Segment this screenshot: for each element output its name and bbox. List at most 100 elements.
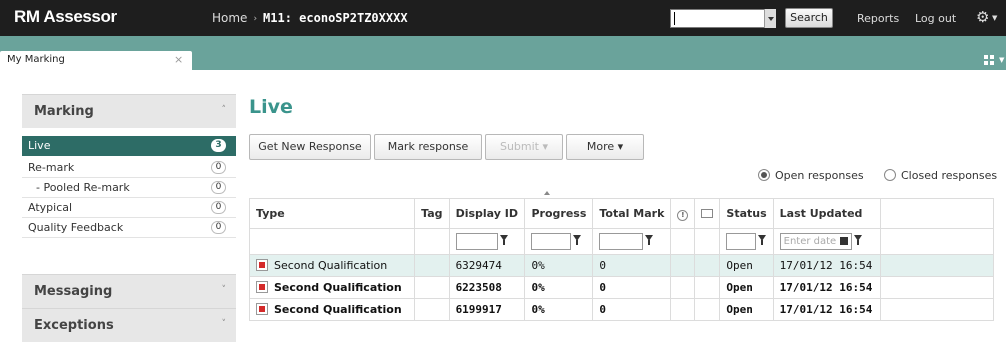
column-header-type[interactable]: Type (248, 198, 416, 229)
tag-cell (414, 254, 450, 277)
response-type-icon (256, 303, 268, 315)
submit-label: Submit (499, 140, 539, 153)
total-mark-filter-input[interactable] (599, 233, 644, 250)
progress-cell: 0% (524, 298, 594, 321)
filter-icon[interactable] (499, 234, 508, 245)
filter-cell (524, 228, 594, 255)
status-cell: Open (719, 276, 774, 299)
filter-icon[interactable] (758, 234, 767, 245)
logout-link[interactable]: Log out (915, 12, 956, 25)
count-badge: 3 (211, 139, 226, 152)
filter-cell (248, 228, 416, 255)
closed-responses-option[interactable]: Closed responses (884, 169, 997, 182)
table-row[interactable]: Second Qualification 6223508 0% 0 Open 1… (248, 276, 994, 299)
sidebar-item-label: - Pooled Re-mark (36, 181, 130, 194)
sidebar-item-live[interactable]: Live 3 (22, 136, 236, 156)
submit-button[interactable]: Submit ▾ (485, 134, 563, 160)
more-button[interactable]: More ▾ (566, 134, 644, 160)
section-marking-header[interactable]: Marking ˄ (22, 94, 236, 128)
top-bar: RM Assessor Home › M11: econoSP2TZ0XXXX Se… (0, 0, 1006, 36)
search-button[interactable]: Search (785, 8, 833, 28)
text-caret (674, 12, 675, 25)
filter-icon[interactable] (645, 234, 654, 245)
sidebar-item-atypical[interactable]: Atypical 0 (22, 198, 236, 218)
message-cell (694, 276, 721, 299)
open-responses-option[interactable]: Open responses (758, 169, 864, 182)
grid-square (990, 55, 994, 59)
tab-bar: My Marking × ▼ (0, 36, 1006, 70)
breadcrumb: Home › M11: econoSP2TZ0XXXX (212, 11, 408, 25)
chevron-down-icon: ▾ (617, 140, 624, 153)
sidebar-item-label: Quality Feedback (28, 221, 124, 234)
chevron-down-icon: ▾ (542, 140, 549, 153)
grid-square (984, 61, 988, 65)
filter-icon[interactable] (853, 234, 862, 245)
last-updated-cell: 17/01/12 16:54 (772, 254, 882, 277)
reports-link[interactable]: Reports (857, 12, 899, 25)
filter-cell (694, 228, 721, 255)
responses-table: Type Tag Display ID Progress Total Mark … (248, 198, 994, 321)
chevron-down-icon: ˅ (221, 285, 227, 295)
table-row[interactable]: Second Qualification 6199917 0% 0 Open 1… (248, 298, 994, 321)
column-header-display-id[interactable]: Display ID (448, 198, 526, 229)
status-filter-input[interactable] (726, 233, 757, 250)
filter-cell (670, 228, 696, 255)
column-header-last-updated[interactable]: Last Updated (772, 198, 882, 229)
sidebar-item-label: Live (28, 139, 51, 152)
display-id-filter-input[interactable] (455, 233, 498, 250)
filter-cell (880, 228, 994, 255)
chevron-down-icon: ˅ (221, 319, 227, 329)
column-header-status[interactable]: Status (719, 198, 774, 229)
filter-cell (448, 228, 526, 255)
column-header-message[interactable] (694, 198, 721, 229)
response-type-icon (256, 259, 268, 271)
date-placeholder: Enter date (783, 236, 837, 247)
chevron-up-icon: ˄ (221, 105, 227, 115)
breadcrumb-home[interactable]: Home (212, 11, 247, 25)
filter-icon[interactable] (573, 234, 582, 245)
breadcrumb-current: M11: econoSP2TZ0XXXX (263, 11, 408, 25)
envelope-icon (701, 209, 714, 218)
calendar-icon[interactable] (839, 237, 848, 245)
filter-cell (414, 228, 450, 255)
sidebar-item-quality-feedback[interactable]: Quality Feedback 0 (22, 218, 236, 238)
grid-square (984, 55, 988, 59)
column-header-total-mark[interactable]: Total Mark (592, 198, 672, 229)
progress-cell: 0% (524, 276, 594, 299)
spacer-cell (880, 276, 994, 299)
search-dropdown-toggle[interactable] (764, 9, 776, 28)
radio-closed[interactable] (884, 169, 896, 181)
type-cell: Second Qualification (248, 276, 416, 299)
section-exceptions-header[interactable]: Exceptions ˅ (22, 308, 236, 342)
mark-response-button[interactable]: Mark response (374, 134, 482, 160)
column-header-progress[interactable]: Progress (524, 198, 594, 229)
count-badge: 0 (211, 221, 226, 234)
close-icon[interactable]: × (174, 53, 183, 66)
filter-cell: Enter date (772, 228, 882, 255)
column-header-info[interactable]: ! (670, 198, 696, 229)
column-header-tag[interactable]: Tag (414, 198, 450, 229)
grid-square (990, 61, 994, 65)
search-input[interactable] (670, 9, 776, 28)
page-title: Live (249, 96, 293, 118)
section-title: Messaging (34, 284, 113, 299)
info-cell (670, 254, 696, 277)
section-title: Exceptions (34, 318, 114, 333)
gear-icon[interactable]: ⚙ ▼ (976, 8, 998, 28)
grid-menu-icon[interactable]: ▼ (984, 55, 1004, 67)
last-updated-cell: 17/01/12 16:54 (772, 298, 882, 321)
tab-my-marking[interactable]: My Marking × (0, 51, 192, 70)
sidebar-item-re-mark[interactable]: Re-mark 0 (22, 158, 236, 178)
info-cell (670, 298, 696, 321)
tag-cell (414, 276, 450, 299)
radio-open[interactable] (758, 169, 770, 181)
section-messaging-header[interactable]: Messaging ˅ (22, 274, 236, 308)
sort-ascending-icon (544, 191, 550, 195)
table-row[interactable]: Second Qualification 6329474 0% 0 Open 1… (248, 254, 994, 277)
get-new-response-button[interactable]: Get New Response (249, 134, 371, 160)
progress-filter-input[interactable] (531, 233, 572, 250)
date-filter-input[interactable]: Enter date (779, 233, 852, 250)
sidebar-item-pooled-re-mark[interactable]: - Pooled Re-mark 0 (22, 178, 236, 198)
chevron-down-icon: ▼ (999, 56, 1005, 64)
count-badge: 0 (211, 201, 226, 214)
